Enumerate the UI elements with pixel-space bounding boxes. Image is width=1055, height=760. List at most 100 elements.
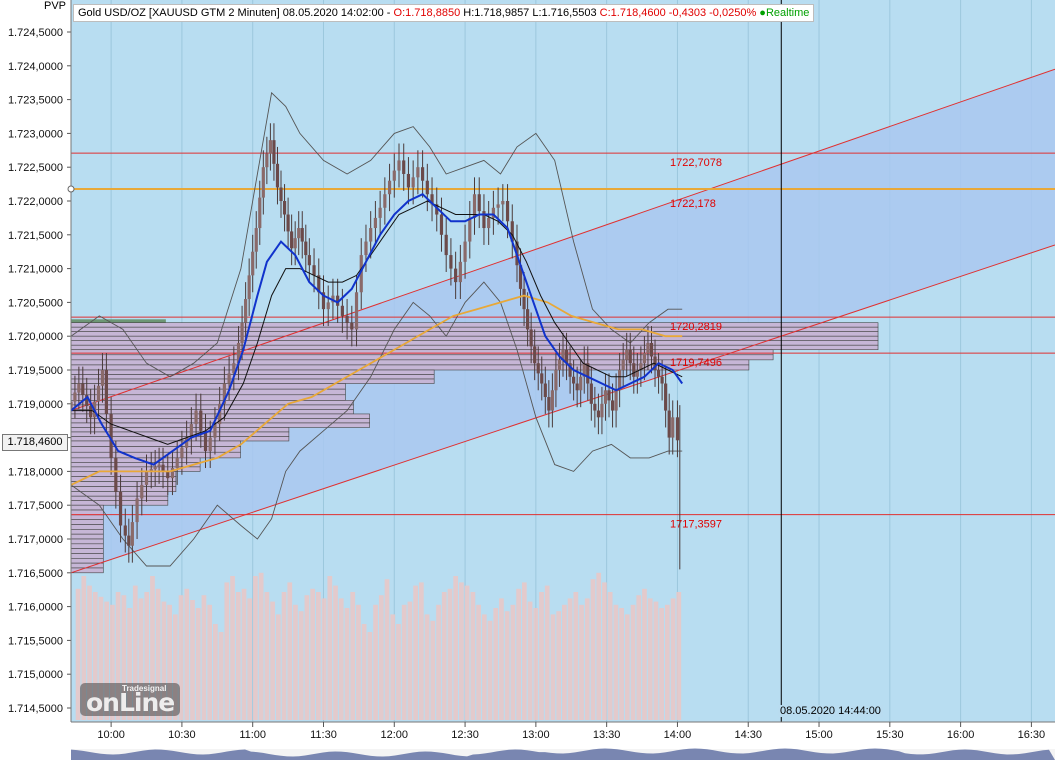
level-marker <box>67 185 75 193</box>
candle-body <box>449 255 453 269</box>
profile-bar <box>70 400 354 406</box>
volume-bar <box>544 585 550 720</box>
candle-body <box>293 238 297 249</box>
candle-body <box>660 376 664 384</box>
y-tick-label: 1.720,0000 <box>8 331 63 343</box>
candle-body <box>501 201 505 205</box>
profile-bar <box>70 364 750 371</box>
volume-bar <box>476 604 481 720</box>
candle-body <box>610 400 615 411</box>
header-datetime: 08.05.2020 14:02:00 <box>282 7 384 19</box>
candle-body <box>625 349 629 360</box>
volume-bar <box>424 614 430 720</box>
candle-body <box>575 383 579 391</box>
candle-body <box>392 170 396 181</box>
candle-body <box>166 471 170 479</box>
volume-bar <box>247 598 253 720</box>
candle-body <box>123 525 127 536</box>
volume-bar <box>453 576 459 720</box>
candle-body <box>642 353 647 364</box>
volume-bar <box>459 582 464 720</box>
x-tick-label: 15:30 <box>876 729 904 741</box>
candle-body <box>397 160 401 171</box>
x-tick-label: 13:30 <box>593 729 621 741</box>
profile-bar <box>70 359 750 366</box>
candle-body <box>487 217 491 229</box>
level-label: 1722,7078 <box>670 157 722 169</box>
candle-body <box>118 491 123 526</box>
candle-body <box>383 194 387 208</box>
profile-bar <box>70 481 177 487</box>
volume-bar <box>264 592 270 720</box>
candle-body <box>199 410 203 431</box>
volume-bar <box>470 592 476 720</box>
volume-bar <box>647 598 653 720</box>
candle-body <box>340 305 344 316</box>
volume-bar <box>665 604 670 720</box>
candle-body <box>671 417 675 438</box>
close-change-value: C:1.718,4600 -0,4303 -0,0250% <box>599 7 757 19</box>
candle-body <box>505 201 510 222</box>
volume-bar <box>361 624 367 720</box>
volume-bar <box>521 582 527 720</box>
volume-bar <box>556 611 562 720</box>
profile-bar <box>70 326 879 332</box>
y-tick-label: 1.716,5000 <box>8 568 63 580</box>
candle-body <box>307 255 311 266</box>
candle-body <box>579 376 583 391</box>
candle-body <box>526 309 530 330</box>
volume-bar <box>539 592 544 720</box>
volume-bar <box>207 604 213 720</box>
x-tick-label: 12:00 <box>381 729 409 741</box>
candle-body <box>251 251 255 276</box>
candle-body <box>463 241 467 262</box>
candle-body <box>600 403 604 418</box>
candle-body <box>279 187 283 201</box>
candle-body <box>114 457 118 492</box>
candle-body <box>153 466 157 470</box>
candle-body <box>458 261 462 283</box>
profile-bar <box>70 524 104 530</box>
profile-bar <box>70 383 346 390</box>
candle-body <box>468 217 472 242</box>
candle-body <box>247 275 251 300</box>
open-value: O:1.718,8850 <box>393 7 461 19</box>
volume-bar <box>562 604 567 720</box>
profile-bar <box>70 344 879 351</box>
candle-body <box>596 410 600 418</box>
profile-bar <box>70 431 290 437</box>
pvp-label: PVP <box>44 0 67 12</box>
candle-body <box>664 383 668 411</box>
candle-body <box>127 535 131 546</box>
x-tick-label: 11:30 <box>310 729 337 741</box>
profile-bar <box>70 504 104 511</box>
profile-bar <box>70 378 435 384</box>
profile-bar <box>70 514 104 520</box>
profile-bar <box>70 404 354 410</box>
candle-body <box>326 302 330 310</box>
logo-text: onLine <box>86 688 175 717</box>
profile-bar <box>70 374 435 380</box>
volume-bar <box>190 600 195 720</box>
candle-body <box>369 228 373 242</box>
y-tick-label: 1.724,5000 <box>8 27 63 39</box>
volume-bar <box>241 588 247 720</box>
y-tick-label: 1.717,5000 <box>8 500 63 512</box>
price-chart[interactable]: 1722,7078 1722,178 1720,2819 1719,7496 1717,… <box>0 0 1055 760</box>
volume-bar <box>676 592 682 720</box>
y-tick-label: 1.722,5000 <box>8 162 63 174</box>
profile-bar <box>70 388 346 396</box>
volume-bar <box>350 592 356 720</box>
candle-body <box>254 228 258 252</box>
candle-body <box>607 390 611 401</box>
candle-body <box>547 397 551 411</box>
volume-bar <box>630 604 636 720</box>
candle-body <box>180 447 184 458</box>
volume-bar <box>378 595 384 720</box>
volume-bar <box>293 604 298 720</box>
volume-bar <box>590 579 596 720</box>
x-tick-label: 16:30 <box>1018 729 1046 741</box>
profile-bar <box>70 486 177 492</box>
candle-body <box>290 231 294 249</box>
volume-bar <box>258 572 264 720</box>
